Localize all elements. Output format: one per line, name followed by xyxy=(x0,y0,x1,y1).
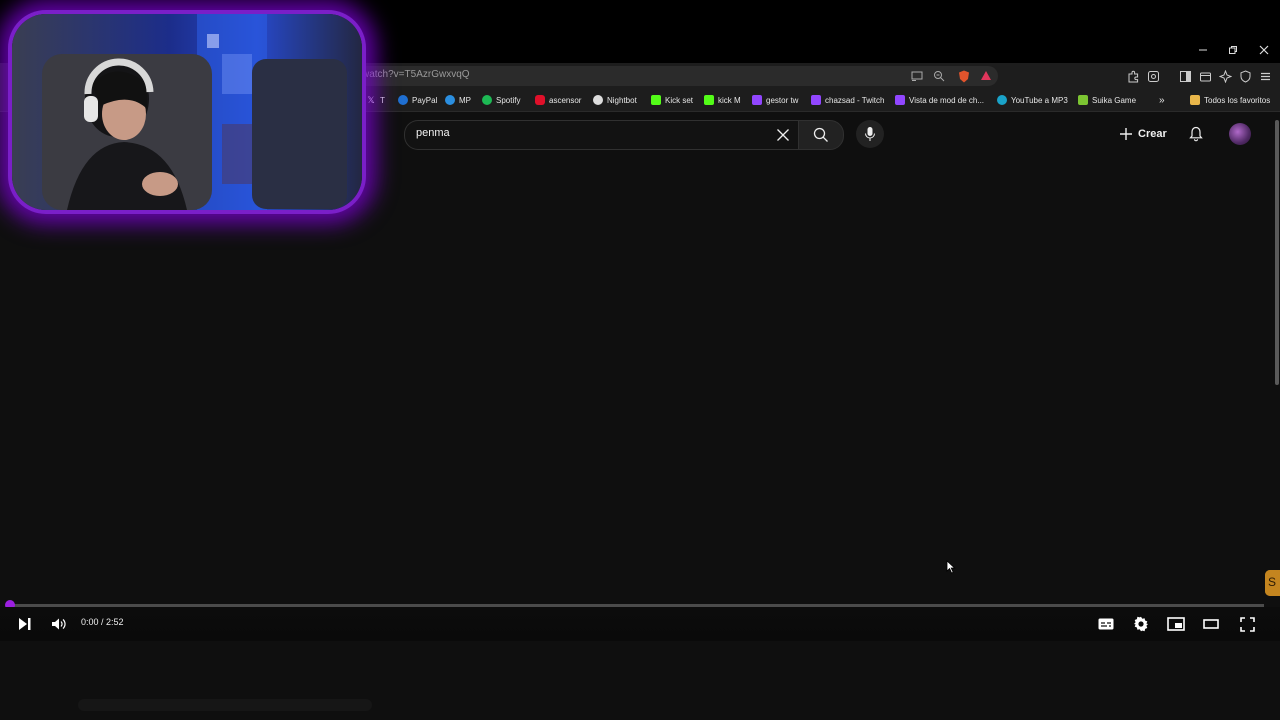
vpn-shield-icon[interactable] xyxy=(1237,68,1253,84)
screenshot-icon[interactable] xyxy=(1145,68,1161,84)
close-icon xyxy=(777,129,789,141)
youtube-icon xyxy=(535,95,545,105)
settings-button[interactable] xyxy=(1126,607,1156,641)
bookmark-x[interactable]: 𝕏 T xyxy=(366,93,385,107)
play-button[interactable] xyxy=(10,607,40,641)
fullscreen-button[interactable] xyxy=(1232,607,1262,641)
wallet-icon[interactable] xyxy=(1197,68,1213,84)
webcam-overlay xyxy=(12,14,362,210)
leo-ai-icon[interactable] xyxy=(1217,68,1233,84)
restore-button[interactable] xyxy=(1218,40,1248,60)
bookmark-mp[interactable]: MP xyxy=(445,93,471,107)
bookmarks-overflow-button[interactable]: » xyxy=(1159,93,1165,107)
url-text: watch?v=T5AzrGwxvqQ xyxy=(362,69,470,80)
time-display: 0:00 / 2:52 xyxy=(81,617,124,627)
menu-icon[interactable] xyxy=(1257,68,1273,84)
volume-icon xyxy=(52,618,66,630)
converter-icon xyxy=(997,95,1007,105)
kick-icon xyxy=(704,95,714,105)
twitch-icon xyxy=(752,95,762,105)
x-logo-icon: 𝕏 xyxy=(367,95,375,105)
subtitles-button[interactable] xyxy=(1091,607,1121,641)
bookmark-ascensor[interactable]: ascensor xyxy=(535,93,581,107)
bookmark-gestor-tw[interactable]: gestor tw xyxy=(752,93,798,107)
bookmark-youtube-mp3[interactable]: YouTube a MP3 xyxy=(997,93,1068,107)
fullscreen-icon xyxy=(1239,616,1255,632)
kick-icon xyxy=(651,95,661,105)
search-box[interactable] xyxy=(404,120,799,150)
folder-icon xyxy=(1190,95,1200,105)
bookmark-spotify[interactable]: Spotify xyxy=(482,93,520,107)
thumbnail-image: S xyxy=(1265,570,1280,596)
minimize-icon xyxy=(1199,49,1207,51)
bookmark-chazsad-twitch[interactable]: chazsad - Twitch xyxy=(811,93,884,107)
horizontal-scrollbar[interactable] xyxy=(78,699,372,711)
bookmark-suika-game[interactable]: Suika Game xyxy=(1078,93,1136,107)
subtitles-icon xyxy=(1098,618,1114,630)
notifications-button[interactable] xyxy=(1184,122,1208,146)
close-icon xyxy=(1259,45,1269,55)
restore-icon xyxy=(1229,46,1237,54)
sidebar-icon[interactable] xyxy=(1177,68,1193,84)
miniplayer-button[interactable] xyxy=(1161,607,1191,641)
bookmark-nightbot[interactable]: Nightbot xyxy=(593,93,637,107)
webcam-feed-image xyxy=(12,14,362,210)
avatar[interactable] xyxy=(1229,123,1251,145)
address-bar[interactable]: watch?v=T5AzrGwxvqQ xyxy=(352,66,998,86)
voice-search-button[interactable] xyxy=(856,120,884,148)
theater-mode-icon xyxy=(1203,619,1219,629)
plus-icon xyxy=(1120,128,1132,140)
brave-rewards-icon[interactable] xyxy=(979,69,993,83)
close-window-button[interactable] xyxy=(1249,40,1279,60)
chevron-double-right-icon: » xyxy=(1159,94,1165,106)
twitch-icon xyxy=(811,95,821,105)
search-icon xyxy=(813,127,828,142)
cast-icon[interactable] xyxy=(910,69,924,83)
bookmark-mod-view[interactable]: Vista de mod de ch... xyxy=(895,93,984,107)
spotify-icon xyxy=(482,95,492,105)
bookmark-paypal[interactable]: PayPal xyxy=(398,93,437,107)
search-input[interactable] xyxy=(416,127,746,139)
create-button[interactable]: Crear xyxy=(1111,120,1179,148)
clear-search-button[interactable] xyxy=(773,125,793,145)
minimize-button[interactable] xyxy=(1188,40,1218,60)
bookmark-kick-m[interactable]: kick M xyxy=(704,93,741,107)
bell-icon xyxy=(1189,126,1203,142)
player-controls xyxy=(0,607,1280,641)
twitch-icon xyxy=(895,95,905,105)
zoom-icon[interactable] xyxy=(932,69,946,83)
search-button[interactable] xyxy=(798,120,844,150)
svg-text:S: S xyxy=(1268,575,1276,589)
play-pause-icon xyxy=(19,618,31,630)
gear-icon xyxy=(1134,616,1148,632)
nightbot-icon xyxy=(593,95,603,105)
miniplayer-icon xyxy=(1167,617,1185,631)
suika-icon xyxy=(1078,95,1088,105)
mouse-cursor-icon xyxy=(946,560,956,574)
side-thumbnail[interactable]: S xyxy=(1265,570,1280,596)
create-label: Crear xyxy=(1138,128,1167,140)
mercadopago-icon xyxy=(445,95,455,105)
bookmark-all-favorites[interactable]: Todos los favoritos xyxy=(1190,93,1270,107)
bookmark-kick-set[interactable]: Kick set xyxy=(651,93,693,107)
volume-button[interactable] xyxy=(44,607,74,641)
microphone-icon xyxy=(865,127,875,141)
theater-mode-button[interactable] xyxy=(1196,607,1226,641)
page-scrollbar[interactable] xyxy=(1275,120,1279,385)
paypal-icon xyxy=(398,95,408,105)
extensions-icon[interactable] xyxy=(1125,68,1141,84)
brave-shield-icon[interactable] xyxy=(957,69,971,83)
